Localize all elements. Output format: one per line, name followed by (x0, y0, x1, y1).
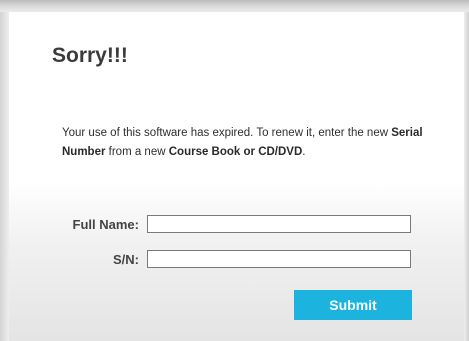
serial-number-input[interactable] (147, 250, 411, 268)
window-top-bar (0, 0, 469, 12)
message-text-1: Your use of this software has expired. T… (62, 127, 392, 139)
expiry-message: Your use of this software has expired. T… (62, 124, 442, 162)
submit-button[interactable]: Submit (294, 290, 412, 320)
window-right-edge (464, 12, 469, 341)
full-name-input[interactable] (147, 215, 411, 233)
message-text-2: from a new (105, 146, 169, 158)
expired-license-window: Sorry!!! Your use of this software has e… (0, 0, 469, 341)
window-left-edge (0, 12, 9, 341)
message-course-book: Course Book or CD/DVD (168, 146, 303, 158)
serial-number-label: S/N: (113, 252, 139, 267)
dialog-title: Sorry!!! (52, 44, 128, 67)
full-name-label: Full Name: (72, 217, 139, 232)
message-text-3: . (302, 146, 306, 158)
